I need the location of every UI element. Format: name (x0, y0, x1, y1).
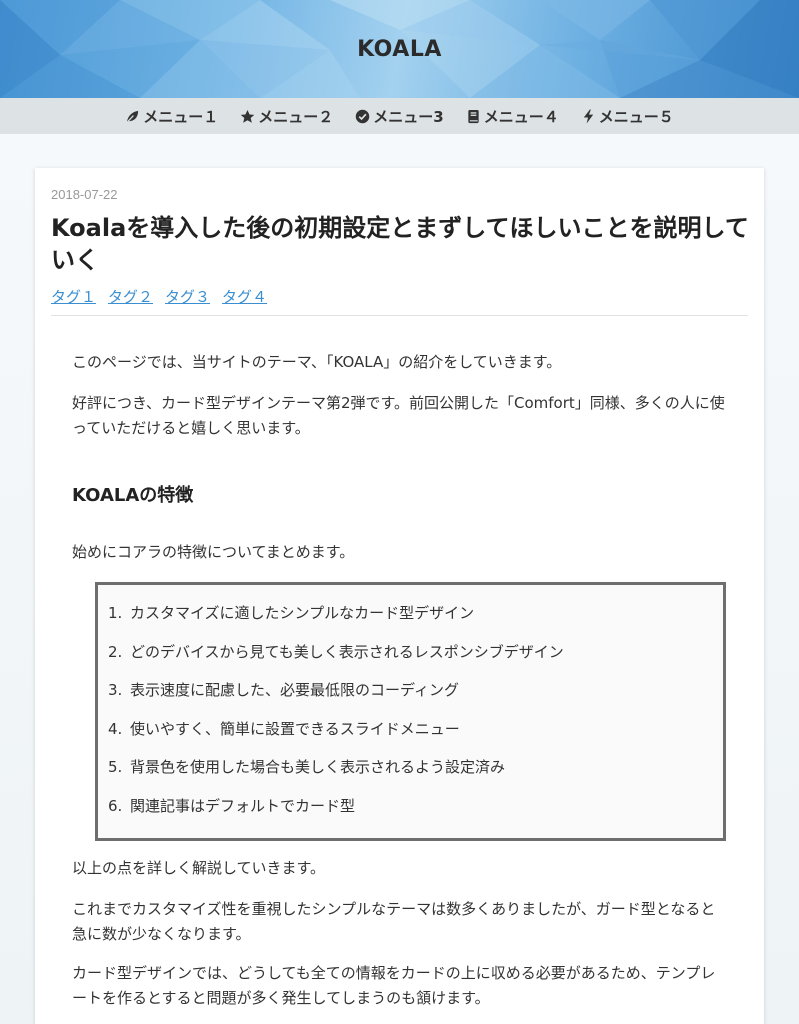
article-card: 2018-07-22 Koalaを導入した後の初期設定とまずしてほしいことを説明… (35, 168, 764, 1024)
feature-text: 背景色を使用した場合も美しく表示されるよう設定済み (130, 758, 506, 776)
book-icon (468, 109, 479, 123)
tag-link[interactable]: タグ４ (222, 286, 267, 307)
list-item: 2. どのデバイスから見ても美しく表示されるレスポンシブデザイン (108, 642, 723, 681)
nav-item-label: メニュー２ (258, 107, 334, 126)
star-icon (241, 109, 255, 123)
lead-paragraph: 始めにコアラの特徴についてまとめます。 (72, 543, 355, 561)
list-item: 6. 関連記事はデフォルトでカード型 (108, 796, 723, 835)
intro-paragraph-2: 好評につき、カード型デザインテーマ第2弾です。前回公開した「Comfort」同様… (72, 394, 725, 437)
nav-item-label: メニュー５ (598, 107, 674, 126)
nav-item-label: メニュー3 (373, 107, 444, 126)
feature-list: 1. カスタマイズに適したシンプルなカード型デザイン 2. どのデバイスから見ても美… (108, 603, 723, 834)
tag-link[interactable]: タグ２ (108, 286, 153, 307)
post-title: Koalaを導入した後の初期設定とまずしてほしいことを説明していく (51, 214, 749, 274)
feature-text: 表示速度に配慮した、必要最低限のコーディング (130, 681, 459, 699)
after-paragraph-2: これまでカスタマイズ性を重視したシンプルなテーマは数多くありましたが、ガード型と… (72, 900, 716, 943)
feature-text: 関連記事はデフォルトでカード型 (130, 796, 356, 815)
nav-item-menu-1[interactable]: メニュー１ (125, 106, 218, 127)
leaf-icon (126, 110, 139, 123)
tag-link[interactable]: タグ３ (165, 286, 210, 307)
nav-item-menu-2[interactable]: メニュー２ (240, 106, 333, 127)
nav-item-menu-3[interactable]: メニュー3 (355, 106, 444, 127)
feature-text: カスタマイズに適したシンプルなカード型デザイン (130, 604, 475, 622)
after-paragraph-1: 以上の点を詳しく解説していきます。 (72, 859, 326, 877)
nav-item-label: メニュー４ (483, 107, 559, 126)
list-item: 4. 使いやすく、簡単に設置できるスライドメニュー (108, 719, 723, 758)
post-body: このページでは、当サイトのテーマ、「KOALA」の紹介をしていきます。 好評につ… (72, 350, 727, 565)
nav-item-menu-5[interactable]: メニュー５ (581, 106, 674, 127)
after-paragraph-3: カード型デザインでは、どうしても全ての情報をカードの上に収める必要があるため、テ… (72, 964, 716, 1007)
tag-list: タグ１ タグ２ タグ３ タグ４ (51, 286, 267, 307)
bolt-icon (583, 108, 593, 124)
feature-text: 使いやすく、簡単に設置できるスライドメニュー (130, 719, 460, 738)
check-circle-icon (356, 109, 370, 123)
intro-paragraph-1: このページでは、当サイトのテーマ、「KOALA」の紹介をしていきます。 (72, 353, 562, 371)
post-body-continued: 以上の点を詳しく解説していきます。 これまでカスタマイズ性を重視したシンプルなテ… (72, 856, 727, 1011)
title-divider (51, 315, 748, 316)
feature-list-box: 1. カスタマイズに適したシンプルなカード型デザイン 2. どのデバイスから見ても美… (95, 582, 726, 841)
tag-link[interactable]: タグ１ (51, 286, 96, 307)
feature-text: どのデバイスから見ても美しく表示されるレスポンシブデザイン (130, 642, 564, 661)
section-heading: KOALAの特徴 (72, 485, 194, 506)
nav-item-menu-4[interactable]: メニュー４ (466, 106, 559, 127)
nav-item-label: メニュー１ (143, 107, 219, 126)
site-header: KOALA (0, 0, 799, 98)
list-item: 3. 表示速度に配慮した、必要最低限のコーディング (108, 680, 723, 719)
post-date: 2018-07-22 (51, 187, 118, 202)
global-nav: メニュー１ メニュー２ メニュー3 メニュー４ メニュー５ (0, 98, 799, 134)
list-item: 1. カスタマイズに適したシンプルなカード型デザイン (108, 603, 723, 642)
site-title[interactable]: KOALA (0, 0, 799, 98)
list-item: 5. 背景色を使用した場合も美しく表示されるよう設定済み (108, 757, 723, 796)
